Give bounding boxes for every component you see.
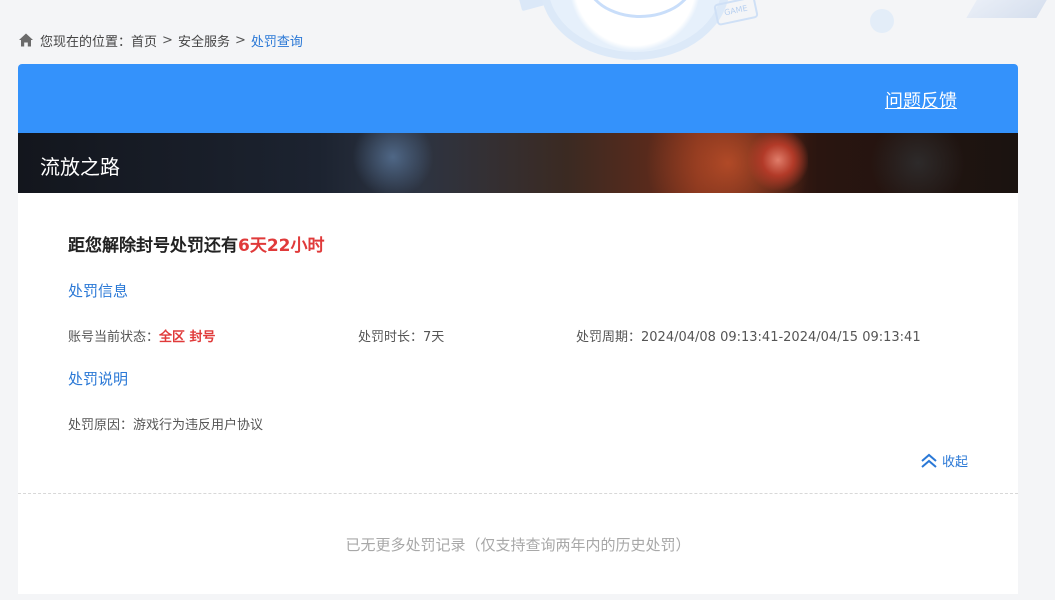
duration-value: 7天 — [423, 330, 445, 345]
countdown-value: 6天22小时 — [238, 236, 325, 256]
account-status: 账号当前状态：全区 封号 — [68, 328, 358, 348]
collapse-button[interactable]: 收起 — [920, 451, 968, 470]
game-title: 流放之路 — [40, 155, 120, 179]
reason-value: 游戏行为违反用户协议 — [133, 418, 264, 433]
penalty-panel: 问题反馈 流放之路 距您解除封号处罚还有6天22小时 处罚信息 账号当前状态：全… — [18, 64, 1018, 594]
reason-label: 处罚原因： — [68, 418, 134, 433]
status-label: 账号当前状态： — [68, 330, 160, 345]
breadcrumb-separator: > — [234, 32, 246, 48]
decor-game-sign: GAME — [713, 0, 759, 27]
penalty-content: 距您解除封号处罚还有6天22小时 处罚信息 账号当前状态：全区 封号 处罚时长：… — [18, 193, 1018, 433]
decor-crystal — [966, 0, 1054, 18]
breadcrumb: 您现在的位置： 首页 > 安全服务 > 处罚查询 — [18, 30, 303, 50]
penalty-explain-title: 处罚说明 — [68, 370, 129, 388]
no-more-records: 已无更多处罚记录（仅支持查询两年内的历史处罚） — [345, 536, 691, 554]
banner-art-left — [348, 133, 438, 193]
collapse-label: 收起 — [941, 455, 968, 470]
duration-label: 处罚时长： — [358, 330, 424, 345]
penalty-reason: 处罚原因：游戏行为违反用户协议 — [68, 414, 968, 433]
divider — [18, 493, 1018, 494]
breadcrumb-prefix: 您现在的位置： — [40, 34, 132, 50]
countdown-prefix: 距您解除封号处罚还有 — [68, 236, 238, 256]
banner-art-right — [858, 133, 978, 193]
penalty-period: 处罚周期：2024/04/08 09:13:41-2024/04/15 09:1… — [576, 328, 921, 348]
feedback-link[interactable]: 问题反馈 — [885, 87, 957, 113]
penalty-info-row: 账号当前状态：全区 封号 处罚时长：7天 处罚周期：2024/04/08 09:… — [68, 328, 968, 348]
breadcrumb-security-link[interactable]: 安全服务 — [178, 31, 230, 50]
period-value: 2024/04/08 09:13:41-2024/04/15 09:13:41 — [641, 330, 921, 345]
breadcrumb-home-link[interactable]: 首页 — [131, 31, 157, 50]
period-label: 处罚周期： — [576, 330, 642, 345]
unban-countdown: 距您解除封号处罚还有6天22小时 — [68, 233, 968, 259]
penalty-duration: 处罚时长：7天 — [358, 328, 576, 348]
panel-header: 问题反馈 — [18, 64, 1018, 133]
breadcrumb-current: 处罚查询 — [250, 34, 303, 50]
decor-dot — [870, 9, 894, 33]
penalty-info-title: 处罚信息 — [68, 282, 129, 300]
home-icon — [19, 33, 33, 47]
double-chevron-up-icon — [921, 453, 937, 468]
breadcrumb-separator: > — [162, 32, 173, 48]
status-value: 全区 封号 — [159, 330, 216, 345]
game-banner: 流放之路 — [18, 133, 1018, 193]
banner-art-character — [748, 133, 808, 193]
